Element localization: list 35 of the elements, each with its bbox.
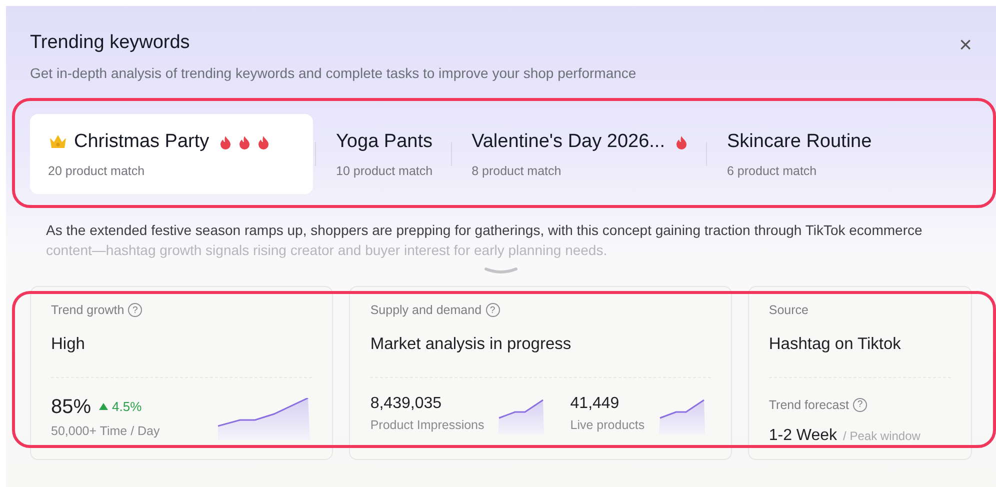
card-value: Hashtag on Tiktok: [768, 332, 951, 378]
card-label: Trend growth: [51, 302, 124, 320]
sparkline-drawing: [498, 398, 544, 434]
expand-chevron-icon[interactable]: [484, 266, 518, 276]
change-value: 4.5%: [112, 398, 142, 416]
stat-value: 85%: [51, 394, 92, 420]
forecast-note: / Peak window: [843, 428, 920, 446]
flame-icon: [675, 134, 688, 150]
flame-icon: [238, 134, 252, 150]
keyword-tab[interactable]: Skincare Routine 6 product match: [709, 114, 872, 194]
help-icon[interactable]: ?: [853, 398, 867, 412]
description-faded-text: content—hashtag growth signals rising creator and buyer interest for early planning needs.: [46, 241, 608, 260]
dialog-title: Trending keywords: [30, 32, 190, 55]
sparkline-drawing: [658, 398, 705, 434]
dialog-subtitle: Get in-depth analysis of trending keywords and complete tasks to improve your shop performance: [30, 64, 638, 83]
keyword-tab[interactable]: Christmas Party 20 product match: [30, 114, 313, 194]
keyword-tab[interactable]: Valentine's Day 2026... 8 product match: [454, 114, 704, 194]
stat-caption: Live products: [570, 416, 645, 434]
stat-value: 8,439,035: [370, 394, 442, 414]
forecast-value: 1-2 Week: [768, 426, 838, 446]
help-icon[interactable]: ?: [486, 303, 500, 318]
close-button[interactable]: ×: [955, 32, 976, 58]
card-label: Source: [768, 302, 808, 320]
help-icon[interactable]: ?: [128, 303, 142, 318]
keyword-tab[interactable]: Yoga Pants 10 product match: [318, 114, 449, 194]
flame-icon: [257, 134, 270, 150]
stat-caption: 50,000+ Time / Day: [51, 422, 160, 440]
card-value: High: [51, 332, 312, 378]
card-value: Market analysis in progress: [370, 332, 711, 378]
stat-value: 41,449: [570, 394, 620, 414]
description-text: As the extended festive season ramps up, shoppers are prepping for gatherings, with this concept gaining traction through TikTok ecommerce: [46, 221, 924, 240]
stat-caption: Product Impressions: [370, 416, 484, 434]
card-label: Supply and demand: [370, 302, 482, 320]
flame-icon: [219, 134, 232, 150]
card-label: Trend forecast: [768, 396, 849, 414]
